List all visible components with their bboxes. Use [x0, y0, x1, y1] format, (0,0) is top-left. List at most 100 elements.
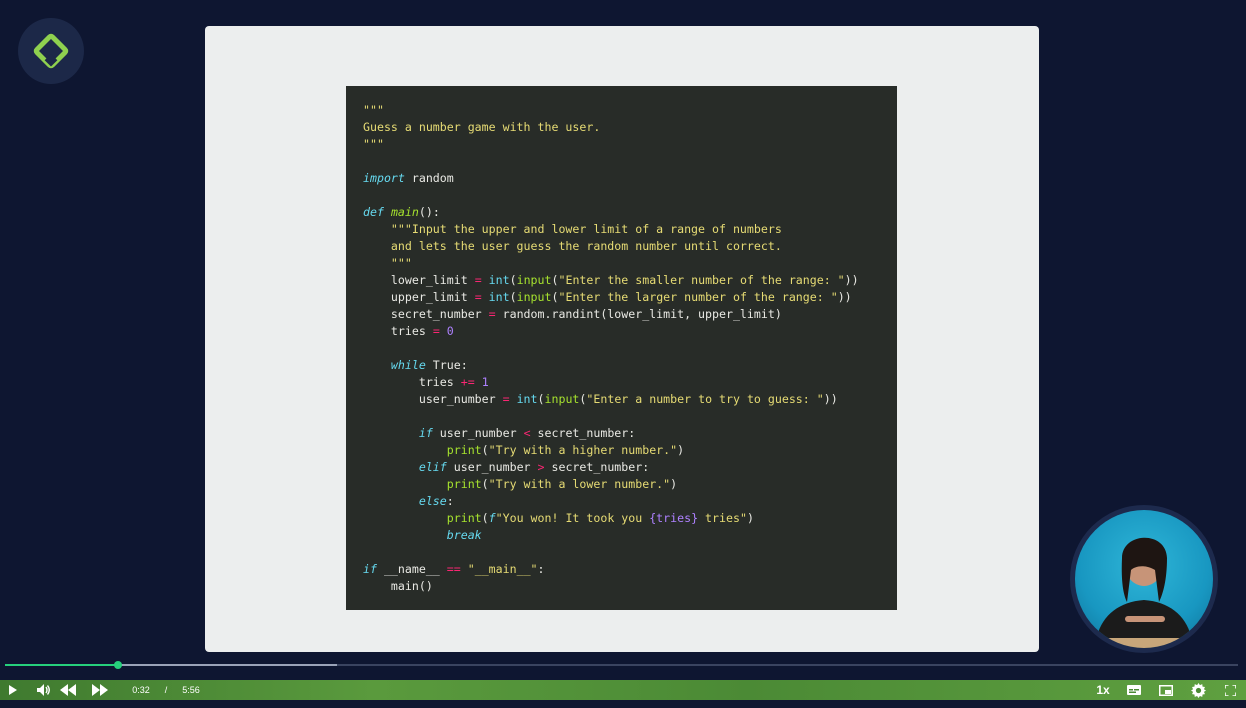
code-token: "__main__" — [467, 562, 538, 576]
code-token: = — [488, 307, 496, 321]
fullscreen-icon — [1224, 684, 1236, 696]
duration: 5:56 — [182, 685, 200, 695]
code-token: )) — [837, 290, 852, 304]
code-token: print — [446, 511, 482, 525]
code-token: "You won! It took you — [495, 511, 650, 525]
code-token: = — [502, 392, 510, 406]
code-line: upper_limit = int(input("Enter the large… — [363, 289, 897, 306]
progress-handle[interactable] — [114, 661, 123, 669]
code-token: random.randint(lower_limit, upper_limit) — [495, 307, 782, 321]
rewind-button[interactable] — [58, 680, 78, 700]
volume-button[interactable] — [34, 680, 54, 700]
video-stage[interactable]: """ Guess a number game with the user. """… — [0, 0, 1246, 708]
code-token: 1 — [481, 375, 489, 389]
code-token: secret_number: — [530, 426, 636, 440]
code-line: main() — [363, 578, 897, 595]
code-token: : — [446, 494, 454, 508]
code-token: > — [537, 460, 545, 474]
captions-button[interactable] — [1124, 680, 1144, 700]
code-token: tries" — [698, 511, 747, 525]
picture-in-picture-button[interactable] — [1156, 680, 1176, 700]
code-token: )) — [844, 273, 859, 287]
code-token: input — [516, 273, 552, 287]
code-token: True: — [425, 358, 468, 372]
fast-forward-icon — [92, 684, 108, 696]
presenter-video[interactable] — [1070, 505, 1218, 653]
settings-button[interactable] — [1188, 680, 1208, 700]
code-token: """ — [363, 137, 384, 151]
progress-played — [5, 664, 119, 666]
code-token: int — [516, 392, 538, 406]
code-token: secret_number: — [544, 460, 650, 474]
code-token: """ — [363, 256, 412, 270]
code-token: int — [488, 290, 510, 304]
brand-logo[interactable] — [18, 18, 84, 84]
volume-icon — [37, 684, 50, 696]
current-time: 0:32 — [132, 685, 150, 695]
code-token: ( — [537, 392, 545, 406]
code-token: = — [474, 290, 482, 304]
play-button[interactable] — [4, 680, 22, 700]
code-token: Guess a number game with the user. — [363, 120, 601, 134]
progress-bar[interactable] — [0, 656, 1246, 674]
code-token: "Try with a lower number." — [488, 477, 671, 491]
playback-speed-button[interactable]: 1x — [1092, 680, 1114, 700]
code-token: == — [446, 562, 461, 576]
code-line: user_number = int(input("Enter a number … — [363, 391, 897, 408]
code-token: while — [390, 358, 426, 372]
code-line: import random — [363, 170, 897, 187]
code-token: secret_number — [363, 307, 489, 321]
code-token: print — [446, 477, 482, 491]
code-line: elif user_number > secret_number: — [363, 459, 897, 476]
code-line: print("Try with a higher number.") — [363, 442, 897, 459]
play-icon — [9, 685, 17, 695]
code-line: """ — [363, 255, 897, 272]
code-token: break — [446, 528, 482, 542]
code-line: """Input the upper and lower limit of a … — [363, 221, 897, 238]
code-token: "Enter the larger number of the range: " — [558, 290, 838, 304]
code-token: elif — [418, 460, 447, 474]
code-token: ( — [481, 443, 489, 457]
fullscreen-button[interactable] — [1220, 680, 1240, 700]
code-token: < — [523, 426, 531, 440]
code-token: )) — [823, 392, 838, 406]
code-token: f — [488, 511, 496, 525]
code-token: random — [404, 171, 454, 185]
presenter-figure — [1075, 537, 1213, 648]
code-token: user_number — [363, 392, 503, 406]
code-token: main() — [363, 579, 433, 593]
code-line: tries = 0 — [363, 323, 897, 340]
code-token: {tries} — [649, 511, 699, 525]
code-line: if user_number < secret_number: — [363, 425, 897, 442]
code-line: lower_limit = int(input("Enter the small… — [363, 272, 897, 289]
code-line: Guess a number game with the user. — [363, 119, 897, 136]
code-token: import — [363, 171, 405, 185]
code-token: if — [418, 426, 433, 440]
code-line: else: — [363, 493, 897, 510]
code-token: upper_limit — [363, 290, 475, 304]
code-token: "Enter the smaller number of the range: … — [558, 273, 845, 287]
code-token: int — [488, 273, 510, 287]
code-token: """Input the upper and lower limit of a … — [363, 222, 782, 236]
code-line: """ — [363, 136, 897, 153]
presenter-image — [1075, 510, 1213, 648]
rewind-icon — [60, 684, 76, 696]
code-line: """ — [363, 102, 897, 119]
fast-forward-button[interactable] — [90, 680, 110, 700]
captions-icon — [1127, 685, 1141, 695]
code-token: def — [363, 205, 384, 219]
